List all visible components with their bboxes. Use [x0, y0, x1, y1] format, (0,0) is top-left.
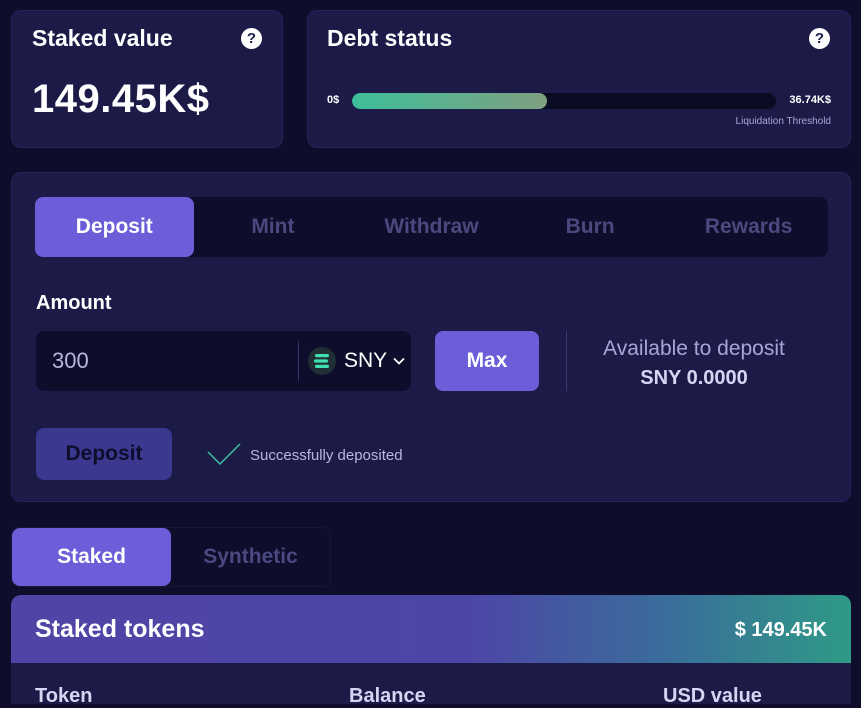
staked-value-amount: 149.45K$	[32, 77, 210, 121]
help-icon[interactable]: ?	[809, 28, 830, 49]
tab-staked[interactable]: Staked	[12, 528, 171, 586]
action-panel: Deposit Mint Withdraw Burn Rewards Amoun…	[11, 172, 851, 502]
debt-min-label: 0$	[327, 94, 340, 106]
staked-tokens-title: Staked tokens	[35, 615, 205, 643]
tab-mint[interactable]: Mint	[194, 197, 353, 257]
column-header-token: Token	[35, 685, 93, 707]
deposit-status-text: Successfully deposited	[250, 447, 403, 464]
debt-max-label: 36.74K$	[789, 94, 831, 106]
amount-field-group: SNY	[36, 331, 411, 391]
staked-tokens-header: Staked tokens $ 149.45K	[11, 595, 851, 663]
sny-token-logo-icon	[308, 347, 336, 375]
checkmark-icon	[207, 442, 241, 471]
token-symbol: SNY	[344, 349, 388, 372]
staked-value-title: Staked value	[32, 25, 173, 51]
action-tab-bar: Deposit Mint Withdraw Burn Rewards	[35, 197, 828, 257]
tab-burn[interactable]: Burn	[511, 197, 670, 257]
chevron-down-icon	[393, 354, 405, 368]
tab-withdraw[interactable]: Withdraw	[352, 197, 511, 257]
amount-divider	[298, 341, 299, 381]
available-to-deposit-value: SNY 0.0000	[640, 367, 748, 389]
amount-input[interactable]	[52, 331, 292, 391]
debt-progress-bar	[352, 93, 776, 109]
tab-deposit[interactable]: Deposit	[35, 197, 194, 257]
token-view-tabs: Staked Synthetic	[11, 527, 331, 587]
tab-synthetic[interactable]: Synthetic	[171, 528, 330, 586]
deposit-submit-button[interactable]: Deposit	[36, 428, 172, 480]
max-button[interactable]: Max	[435, 331, 539, 391]
column-header-balance: Balance	[349, 685, 426, 707]
liquidation-threshold-label: Liquidation Threshold	[735, 116, 831, 127]
staked-value-card: Staked value ? 149.45K$	[11, 10, 283, 148]
debt-status-title: Debt status	[327, 25, 453, 51]
help-icon[interactable]: ?	[241, 28, 262, 49]
amount-label: Amount	[36, 292, 112, 314]
tab-rewards[interactable]: Rewards	[669, 197, 828, 257]
available-to-deposit-label: Available to deposit	[603, 337, 785, 360]
debt-status-card: Debt status ? 0$ 36.74K$ Liquidation Thr…	[307, 10, 851, 148]
staked-tokens-total: $ 149.45K	[734, 619, 827, 641]
staked-tokens-table: Token Balance USD value	[11, 663, 851, 707]
token-select[interactable]: SNY	[304, 331, 411, 391]
debt-progress-fill	[352, 93, 548, 109]
column-header-usd-value: USD value	[663, 685, 762, 707]
